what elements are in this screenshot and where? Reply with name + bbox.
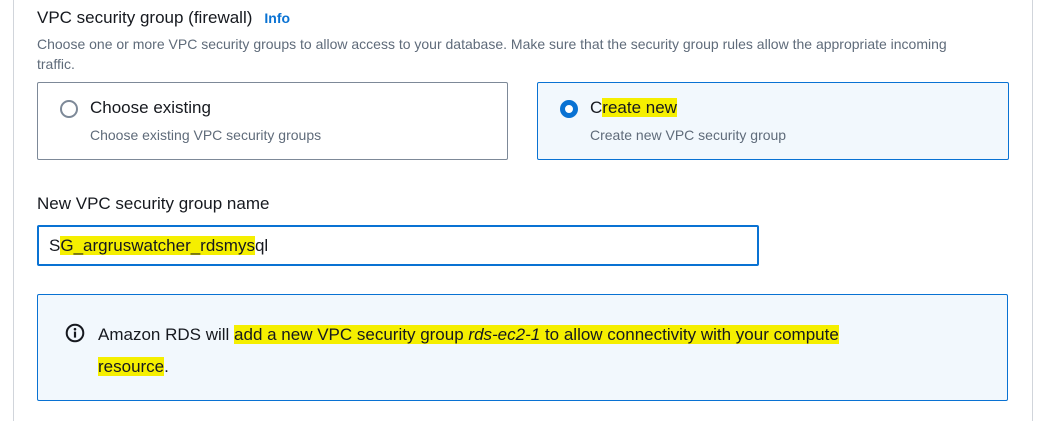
alert-text-plain: Amazon RDS will: [98, 325, 235, 344]
security-group-name-label: New VPC security group name: [37, 194, 270, 213]
info-circle-icon: [65, 323, 85, 343]
create-new-option[interactable]: Create new Create new VPC security group: [537, 82, 1009, 160]
info-link[interactable]: Info: [264, 10, 290, 26]
create-new-description: Create new VPC security group: [590, 127, 787, 143]
security-group-panel: VPC security group (firewall) Info Choos…: [0, 0, 1044, 421]
security-group-name-input[interactable]: SG_argruswatcher_rdsmysql: [37, 225, 759, 266]
radio-selected-icon[interactable]: [560, 100, 578, 118]
radio-unselected-icon[interactable]: [60, 100, 78, 118]
alert-text-highlight-2: to allow connectivity with your compute: [540, 325, 839, 344]
create-new-label-highlight: reate new: [602, 98, 677, 117]
section-header: VPC security group (firewall) Info: [37, 7, 290, 29]
alert-message: Amazon RDS will add a new VPC security g…: [98, 319, 978, 383]
section-title: VPC security group (firewall): [37, 8, 253, 27]
choose-existing-description: Choose existing VPC security groups: [90, 127, 322, 143]
info-alert: Amazon RDS will add a new VPC security g…: [37, 294, 1008, 401]
alert-group-name: rds-ec2-1: [468, 325, 541, 344]
alert-text-highlight-1: add a new VPC security group: [234, 325, 469, 344]
create-new-label: Create new: [590, 97, 677, 119]
panel-right-border: [1032, 0, 1033, 421]
alert-text-end: .: [164, 357, 169, 376]
choose-existing-label: Choose existing: [90, 98, 211, 117]
panel-left-border: [13, 0, 14, 421]
choose-existing-option[interactable]: Choose existing Choose existing VPC secu…: [37, 82, 508, 160]
input-value-suffix: ql: [254, 236, 269, 255]
input-value-highlight: G_argruswatcher_rdsmys: [60, 236, 255, 255]
alert-text-highlight-3: resource: [98, 357, 165, 376]
create-new-label-first: C: [590, 98, 603, 117]
section-description: Choose one or more VPC security groups t…: [37, 36, 947, 72]
input-value-prefix: S: [49, 236, 61, 255]
